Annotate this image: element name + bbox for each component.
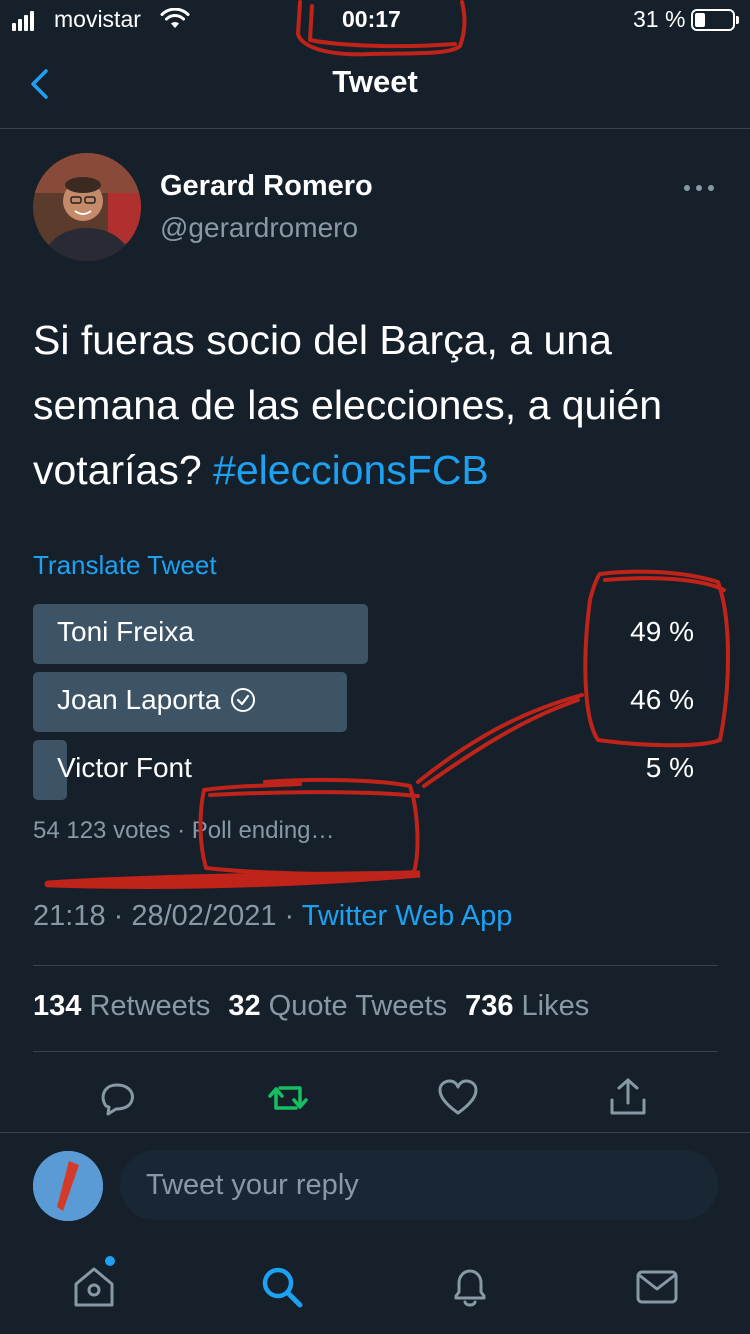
retweet-icon[interactable] bbox=[266, 1076, 310, 1120]
poll-option-text: Victor Font bbox=[57, 752, 192, 783]
page-title: Tweet bbox=[332, 64, 418, 99]
tweet-date: 21:18 · 28/02/2021 · bbox=[33, 900, 302, 932]
engagement-stats: 134 Retweets 32 Quote Tweets 736 Likes bbox=[33, 990, 589, 1023]
battery-icon bbox=[691, 9, 739, 31]
translate-tweet-link[interactable]: Translate Tweet bbox=[33, 550, 217, 581]
avatar-image bbox=[33, 1151, 103, 1221]
poll-option-text: Joan Laporta bbox=[57, 684, 221, 715]
reply-icon[interactable] bbox=[96, 1076, 140, 1120]
poll-option-label: Joan Laporta bbox=[57, 684, 256, 716]
quote-tweets-count: 32 bbox=[228, 990, 261, 1022]
likes-label: Likes bbox=[521, 990, 590, 1022]
likes-count: 736 bbox=[465, 990, 514, 1022]
status-time: 00:17 bbox=[342, 6, 401, 32]
tweet-source-link[interactable]: Twitter Web App bbox=[302, 900, 513, 932]
tweet-text: Si fueras socio del Barça, a una semana … bbox=[33, 308, 723, 503]
battery-percentage: 31 % bbox=[633, 6, 686, 32]
author-handle[interactable]: @gerardromero bbox=[160, 212, 358, 244]
connector-line-mark-2 bbox=[422, 698, 580, 788]
status-bar: movistar 00:17 31 % bbox=[0, 0, 750, 44]
author-avatar[interactable] bbox=[33, 153, 141, 261]
retweets-label: Retweets bbox=[89, 990, 211, 1022]
new-content-dot bbox=[105, 1256, 115, 1266]
notifications-icon[interactable] bbox=[447, 1264, 493, 1310]
check-circle-icon bbox=[231, 688, 256, 712]
home-icon[interactable] bbox=[71, 1264, 117, 1310]
author-name[interactable]: Gerard Romero bbox=[160, 170, 373, 203]
tweet-timestamp: 21:18 · 28/02/2021 · Twitter Web App bbox=[33, 900, 512, 933]
hashtag-link[interactable]: #eleccionsFCB bbox=[213, 447, 489, 493]
signal-strength-icon bbox=[12, 11, 34, 31]
retweets-stat[interactable]: 134 Retweets bbox=[33, 990, 210, 1023]
poll-option-percent: 5 % bbox=[645, 752, 694, 783]
poll-votes: 54 123 votes bbox=[33, 817, 171, 844]
avatar-photo bbox=[33, 153, 141, 261]
poll-option-percent: 49 % bbox=[630, 616, 694, 647]
user-avatar[interactable] bbox=[33, 1151, 103, 1221]
poll-footer: 54 123 votes · Poll ending… bbox=[33, 817, 335, 845]
reply-input[interactable] bbox=[120, 1150, 718, 1220]
poll-option-text: Toni Freixa bbox=[57, 616, 194, 647]
percent-circle-mark-2 bbox=[603, 576, 726, 592]
reply-divider bbox=[0, 1132, 750, 1133]
like-icon[interactable] bbox=[436, 1076, 480, 1120]
wifi-icon bbox=[160, 8, 190, 28]
poll-status: · Poll ending… bbox=[170, 817, 335, 844]
quote-tweets-stat[interactable]: 32 Quote Tweets bbox=[228, 990, 447, 1023]
likes-stat[interactable]: 736 Likes bbox=[465, 990, 589, 1023]
messages-icon[interactable] bbox=[634, 1264, 680, 1310]
share-icon[interactable] bbox=[606, 1076, 650, 1120]
carrier-name: movistar bbox=[54, 6, 141, 32]
search-icon[interactable] bbox=[259, 1264, 305, 1310]
connector-line-mark bbox=[416, 693, 584, 784]
stats-divider-bottom bbox=[33, 1051, 718, 1052]
quote-tweets-label: Quote Tweets bbox=[268, 990, 448, 1022]
percent-circle-mark bbox=[583, 569, 730, 748]
poll-status-box-mark-2 bbox=[208, 790, 420, 798]
more-options-icon[interactable] bbox=[682, 178, 716, 198]
poll-option-percent: 46 % bbox=[630, 684, 694, 715]
header-divider bbox=[0, 128, 750, 129]
poll-option-label: Toni Freixa bbox=[57, 616, 194, 648]
retweets-count: 134 bbox=[33, 990, 82, 1022]
poll-option-label: Victor Font bbox=[57, 752, 192, 784]
stats-divider-top bbox=[33, 965, 718, 966]
underline-mark bbox=[44, 870, 421, 890]
